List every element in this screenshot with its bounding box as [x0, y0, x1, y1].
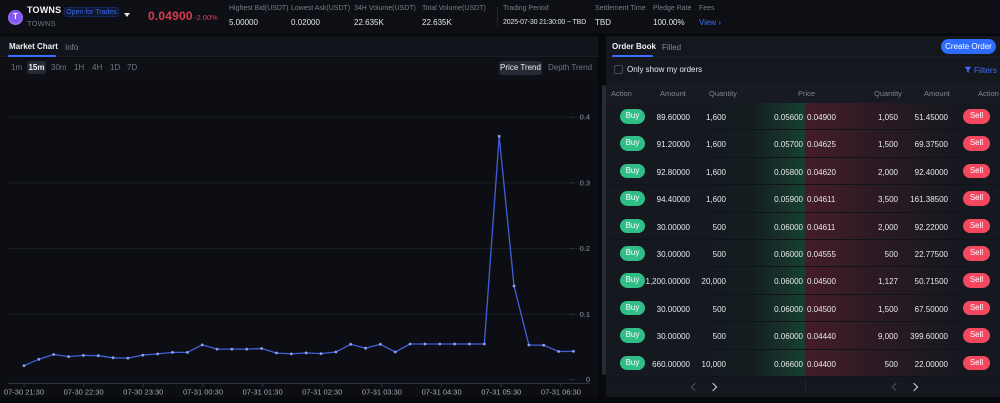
svg-text:07-31 03:30: 07-31 03:30: [362, 388, 402, 397]
svg-text:0.3: 0.3: [580, 178, 590, 187]
svg-text:0: 0: [586, 375, 590, 384]
svg-text:07-31 00:30: 07-31 00:30: [183, 388, 223, 397]
svg-text:07-31 01:30: 07-31 01:30: [243, 388, 283, 397]
svg-text:07-30 21:30: 07-30 21:30: [4, 388, 44, 397]
svg-text:07-30 22:30: 07-30 22:30: [64, 388, 104, 397]
svg-text:07-31 05:30: 07-31 05:30: [481, 388, 521, 397]
svg-text:07-31 04:30: 07-31 04:30: [422, 388, 462, 397]
svg-text:0.1: 0.1: [580, 310, 590, 319]
svg-text:07-30 23:30: 07-30 23:30: [123, 388, 163, 397]
svg-text:0.2: 0.2: [580, 244, 590, 253]
svg-text:07-31 06:30: 07-31 06:30: [541, 388, 581, 397]
svg-text:07-31 02:30: 07-31 02:30: [302, 388, 342, 397]
svg-text:0.4: 0.4: [580, 113, 590, 122]
